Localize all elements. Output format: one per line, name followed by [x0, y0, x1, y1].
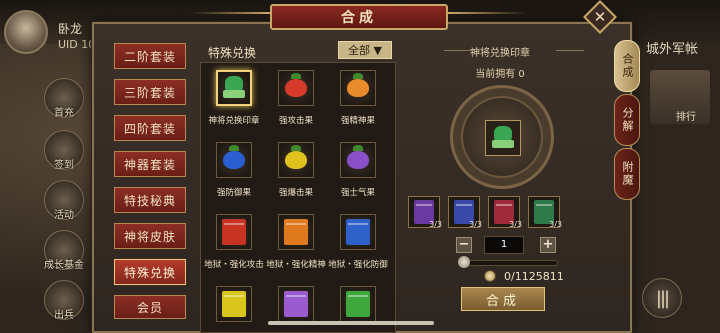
category-tab-active[interactable]: 特殊兑换	[114, 259, 186, 285]
first-charge-label: 首充	[54, 108, 74, 119]
category-tab[interactable]: 特技秘典	[114, 187, 186, 213]
fruit-icon	[223, 145, 245, 169]
decrease-quantity-button[interactable]: −	[456, 237, 472, 253]
panel-title: 合成	[270, 4, 448, 30]
tab-decompose[interactable]: 分解	[614, 94, 640, 146]
item-slot[interactable]	[216, 214, 252, 250]
filter-dropdown[interactable]: 全部 ▼	[338, 41, 392, 59]
fruit-icon	[347, 145, 369, 169]
item-slot-label: 强士气果	[340, 188, 375, 198]
quantity-slider[interactable]	[462, 260, 558, 266]
sign-in-label: 签到	[54, 160, 74, 171]
close-icon: ✕	[593, 8, 607, 26]
category-tab[interactable]: 会员	[114, 295, 186, 319]
book-icon	[284, 219, 308, 245]
combine-button[interactable]: 合成	[461, 287, 545, 311]
book-icon	[346, 291, 370, 317]
detail-title-line-right	[556, 50, 584, 51]
item-slot-label: 地狱・强化精神	[266, 260, 326, 270]
location-title: 城外军帐	[646, 42, 699, 57]
target-item-slot[interactable]	[485, 120, 521, 156]
item-slot-label: 神将兑换印章	[208, 116, 260, 126]
seal-icon	[222, 76, 246, 100]
seal-icon	[491, 126, 515, 150]
book-icon	[346, 219, 370, 245]
book-icon	[222, 219, 246, 245]
item-slot[interactable]	[340, 286, 376, 322]
item-slot-label: 地狱・强化攻击	[204, 260, 264, 270]
item-slot[interactable]	[340, 70, 376, 106]
book-icon	[284, 291, 308, 317]
growth-fund-label: 成长基金	[44, 260, 84, 271]
title-ornament-left	[190, 12, 270, 14]
item-slot-label: 强防御果	[216, 188, 251, 198]
fruit-icon	[285, 73, 307, 97]
item-slot[interactable]	[278, 70, 314, 106]
slider-handle[interactable]	[458, 256, 470, 268]
item-slot[interactable]	[278, 142, 314, 178]
category-tab[interactable]: 神器套装	[114, 151, 186, 177]
player-name: 卧龙	[58, 22, 83, 36]
item-slot[interactable]	[340, 142, 376, 178]
item-slot[interactable]	[216, 286, 252, 322]
tab-enchant[interactable]: 附魔	[614, 148, 640, 200]
owned-count: 当前拥有 0	[475, 69, 525, 80]
item-slot[interactable]	[278, 286, 314, 322]
category-tab[interactable]: 三阶套装	[114, 79, 186, 105]
increase-quantity-button[interactable]: +	[540, 237, 556, 253]
item-slot-label: 地狱・强化防御	[328, 260, 388, 270]
material-count: 3/3	[549, 220, 562, 229]
material-count: 3/3	[509, 220, 522, 229]
material-count: 3/3	[469, 220, 482, 229]
coin-icon	[484, 270, 496, 282]
tab-synthesis[interactable]: 合成	[614, 40, 640, 92]
main-menu-button[interactable]: |||	[642, 278, 682, 318]
item-slot-label: 强爆击果	[278, 188, 313, 198]
grid-header: 特殊兑换	[208, 46, 257, 60]
category-tab[interactable]: 四阶套装	[114, 115, 186, 141]
detail-item-name: 神将兑换印章	[470, 48, 530, 59]
item-slot[interactable]	[216, 70, 252, 106]
item-slot-label: 强攻击果	[278, 116, 313, 126]
item-slot[interactable]	[278, 214, 314, 250]
item-slot[interactable]	[216, 142, 252, 178]
events-label: 活动	[54, 210, 74, 221]
item-slot[interactable]	[340, 214, 376, 250]
player-avatar[interactable]	[4, 10, 48, 54]
title-ornament-right	[448, 12, 528, 14]
ranking-label: 排行	[676, 112, 696, 123]
category-tab[interactable]: 神将皮肤	[114, 223, 186, 249]
deploy-label: 出兵	[54, 310, 74, 321]
material-count: 3/3	[429, 220, 442, 229]
fruit-icon	[347, 73, 369, 97]
category-tab[interactable]: 二阶套装	[114, 43, 186, 69]
player-uid: UID 10	[58, 38, 96, 51]
quantity-field[interactable]: 1	[484, 236, 524, 254]
fruit-icon	[285, 145, 307, 169]
cost-text: 0/1125811	[504, 270, 564, 283]
book-icon	[222, 291, 246, 317]
item-slot-label: 强精神果	[340, 116, 375, 126]
home-indicator	[268, 321, 434, 325]
